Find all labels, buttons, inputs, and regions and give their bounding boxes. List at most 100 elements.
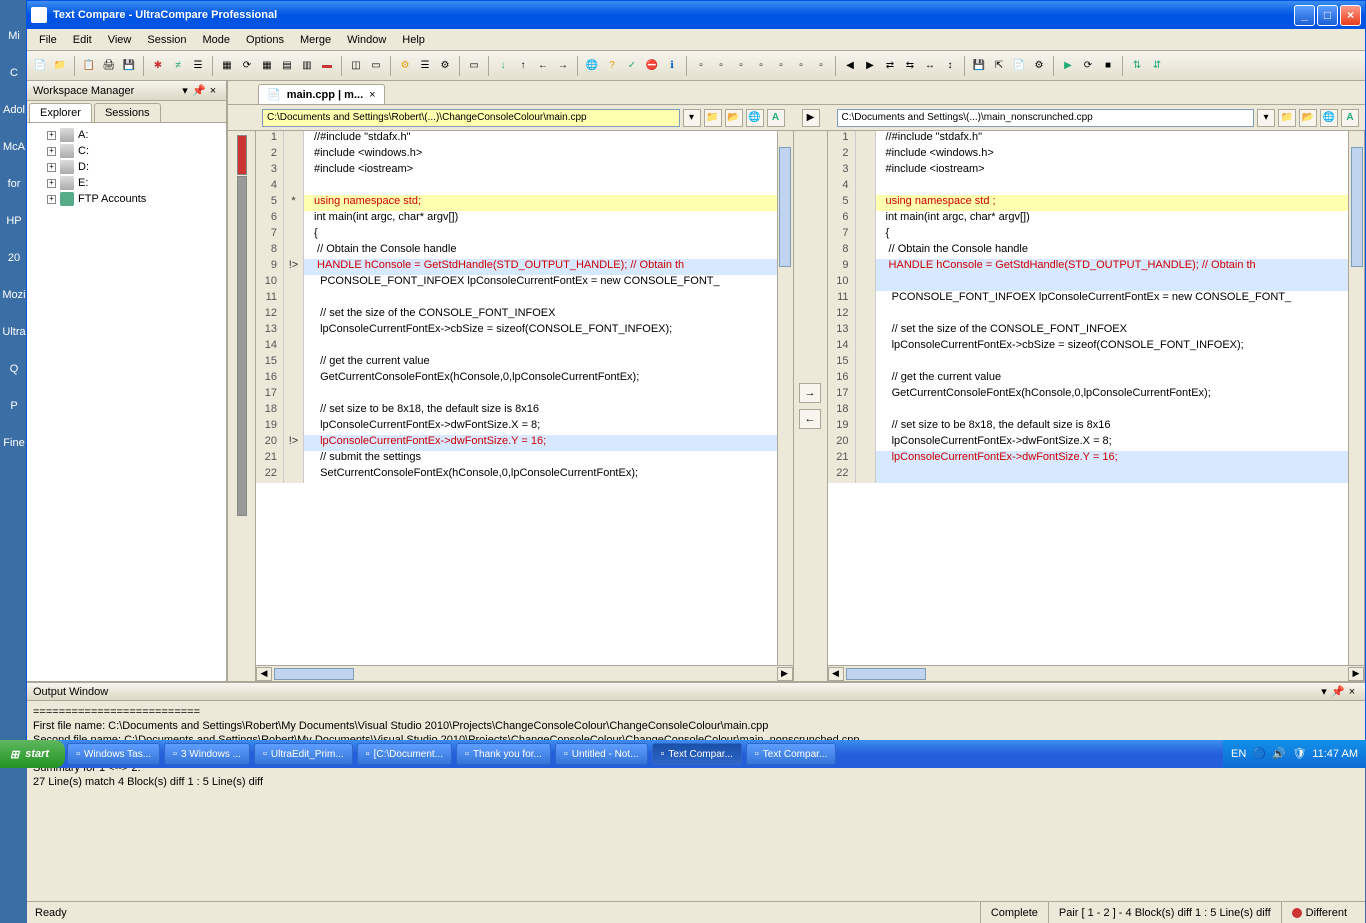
menu-edit[interactable]: Edit bbox=[65, 31, 100, 49]
minimize-button[interactable]: _ bbox=[1294, 5, 1315, 26]
desktop-icon[interactable]: Fine bbox=[2, 437, 26, 449]
code-line[interactable]: 10 bbox=[828, 275, 1365, 291]
tool-icon[interactable]: ▫ bbox=[812, 57, 830, 75]
code-line[interactable]: 15 // get the current value bbox=[256, 355, 793, 371]
desktop-icon[interactable]: Mi bbox=[2, 30, 26, 42]
settings-icon[interactable]: ⚙ bbox=[1030, 57, 1048, 75]
titlebar[interactable]: Text Compare - UltraCompare Professional… bbox=[27, 1, 1365, 29]
inline-diff-icon[interactable]: ▬ bbox=[318, 57, 336, 75]
merge-right-icon[interactable]: → bbox=[799, 383, 821, 403]
up-arrow-icon[interactable]: ↑ bbox=[514, 57, 532, 75]
merge-left-icon[interactable]: ← bbox=[799, 409, 821, 429]
horizontal-scrollbar[interactable]: ◀▶ bbox=[828, 665, 1365, 681]
code-line[interactable]: 17 bbox=[256, 387, 793, 403]
expand-icon[interactable]: + bbox=[47, 147, 56, 156]
volume-icon[interactable]: 🔊 bbox=[1272, 747, 1286, 761]
active-icon[interactable]: A bbox=[1341, 109, 1359, 127]
expand-icon[interactable]: + bbox=[47, 195, 56, 204]
down-arrow-icon[interactable]: ↓ bbox=[494, 57, 512, 75]
ftp-icon[interactable]: 🌐 bbox=[746, 109, 764, 127]
panel-close-icon[interactable]: × bbox=[206, 85, 220, 97]
info-icon[interactable]: ℹ bbox=[663, 57, 681, 75]
active-icon[interactable]: A bbox=[767, 109, 785, 127]
expand-icon[interactable]: + bbox=[47, 179, 56, 188]
menu-help[interactable]: Help bbox=[394, 31, 433, 49]
merge-left-icon[interactable]: ◀ bbox=[841, 57, 859, 75]
print-icon[interactable]: 🖨 bbox=[100, 57, 118, 75]
code-line[interactable]: 22 bbox=[828, 467, 1365, 483]
overview-gutter[interactable] bbox=[228, 131, 256, 681]
tab-sessions[interactable]: Sessions bbox=[94, 103, 161, 122]
desktop-icon[interactable]: P bbox=[2, 400, 26, 412]
code-line[interactable]: 9!> HANDLE hConsole = GetStdHandle(STD_O… bbox=[256, 259, 793, 275]
code-line[interactable]: 7{ bbox=[256, 227, 793, 243]
merge-icon[interactable]: ⇆ bbox=[901, 57, 919, 75]
menu-window[interactable]: Window bbox=[339, 31, 394, 49]
code-line[interactable]: 1//#include "stdafx.h" bbox=[828, 131, 1365, 147]
code-line[interactable]: 13 // set the size of the CONSOLE_FONT_I… bbox=[828, 323, 1365, 339]
horizontal-scrollbar[interactable]: ◀▶ bbox=[256, 665, 793, 681]
desktop-icon[interactable]: McA bbox=[2, 141, 26, 153]
tool-icon[interactable]: ▫ bbox=[752, 57, 770, 75]
split-icon[interactable]: ◫ bbox=[347, 57, 365, 75]
merge-icon[interactable]: ↕ bbox=[941, 57, 959, 75]
menu-mode[interactable]: Mode bbox=[195, 31, 239, 49]
tool-icon[interactable]: ▫ bbox=[792, 57, 810, 75]
tool-icon[interactable]: ▫ bbox=[772, 57, 790, 75]
desktop-icon[interactable]: Ultra bbox=[2, 326, 26, 338]
merge-icon[interactable]: ↔ bbox=[921, 57, 939, 75]
code-line[interactable]: 5using namespace std ; bbox=[828, 195, 1365, 211]
open-folder-icon[interactable]: 📁 bbox=[1278, 109, 1296, 127]
desktop-icon[interactable]: 20 bbox=[2, 252, 26, 264]
code-line[interactable]: 8 // Obtain the Console handle bbox=[828, 243, 1365, 259]
menu-file[interactable]: File bbox=[31, 31, 65, 49]
panel-dropdown-icon[interactable]: ▾ bbox=[1317, 685, 1331, 698]
menu-merge[interactable]: Merge bbox=[292, 31, 339, 49]
options-icon[interactable]: ⚙ bbox=[436, 57, 454, 75]
code-line[interactable]: 16 GetCurrentConsoleFontEx(hConsole,0,lp… bbox=[256, 371, 793, 387]
diff-match-icon[interactable]: ≠ bbox=[169, 57, 187, 75]
back-icon[interactable]: ← bbox=[534, 57, 552, 75]
panel-pin-icon[interactable]: 📌 bbox=[192, 84, 206, 97]
taskbar-item[interactable]: ▫Windows Tas... bbox=[67, 743, 160, 765]
menu-options[interactable]: Options bbox=[238, 31, 292, 49]
code-line[interactable]: 18 bbox=[828, 403, 1365, 419]
panel-close-icon[interactable]: × bbox=[1345, 686, 1359, 698]
expand-icon[interactable]: + bbox=[47, 131, 56, 140]
code-line[interactable]: 15 bbox=[828, 355, 1365, 371]
maximize-button[interactable]: □ bbox=[1317, 5, 1338, 26]
sync-icon[interactable]: ⇅ bbox=[1128, 57, 1146, 75]
tool-icon[interactable]: ▫ bbox=[692, 57, 710, 75]
open-folder-icon[interactable]: 📁 bbox=[704, 109, 722, 127]
code-line[interactable]: 20!> lpConsoleCurrentFontEx->dwFontSize.… bbox=[256, 435, 793, 451]
expand-icon[interactable]: + bbox=[47, 163, 56, 172]
right-path-input[interactable] bbox=[837, 109, 1255, 127]
gear-icon[interactable]: ⚙ bbox=[396, 57, 414, 75]
code-line[interactable]: 11 PCONSOLE_FONT_INFOEX lpConsoleCurrent… bbox=[828, 291, 1365, 307]
taskbar-item[interactable]: ▫UltraEdit_Prim... bbox=[254, 743, 353, 765]
tray-icon[interactable]: 🔵 bbox=[1252, 747, 1266, 761]
tool-icon[interactable]: ▫ bbox=[732, 57, 750, 75]
vertical-scrollbar[interactable] bbox=[1348, 131, 1364, 665]
code-line[interactable]: 2#include <windows.h> bbox=[256, 147, 793, 163]
tree-item[interactable]: +A: bbox=[31, 127, 222, 143]
code-line[interactable]: 10 PCONSOLE_FONT_INFOEX lpConsoleCurrent… bbox=[256, 275, 793, 291]
grid-icon[interactable]: ▦ bbox=[258, 57, 276, 75]
desktop-icon[interactable]: Mozi bbox=[2, 289, 26, 301]
output-body[interactable]: ==========================First file nam… bbox=[27, 701, 1365, 901]
desktop-icon[interactable]: Q bbox=[2, 363, 26, 375]
code-line[interactable]: 4 bbox=[256, 179, 793, 195]
diff-all-icon[interactable]: ✱ bbox=[149, 57, 167, 75]
tool-icon[interactable]: ▫ bbox=[712, 57, 730, 75]
browse-icon[interactable]: 📂 bbox=[1299, 109, 1317, 127]
code-line[interactable]: 21 // submit the settings bbox=[256, 451, 793, 467]
list-icon[interactable]: ☰ bbox=[416, 57, 434, 75]
clock[interactable]: 11:47 AM bbox=[1312, 748, 1358, 760]
code-line[interactable]: 16 // get the current value bbox=[828, 371, 1365, 387]
code-line[interactable]: 4 bbox=[828, 179, 1365, 195]
save-icon[interactable]: 💾 bbox=[120, 57, 138, 75]
code-line[interactable]: 19 // set size to be 8x18, the default s… bbox=[828, 419, 1365, 435]
window-icon[interactable]: ▭ bbox=[465, 57, 483, 75]
code-line[interactable]: 11 bbox=[256, 291, 793, 307]
panel-pin-icon[interactable]: 📌 bbox=[1331, 685, 1345, 698]
